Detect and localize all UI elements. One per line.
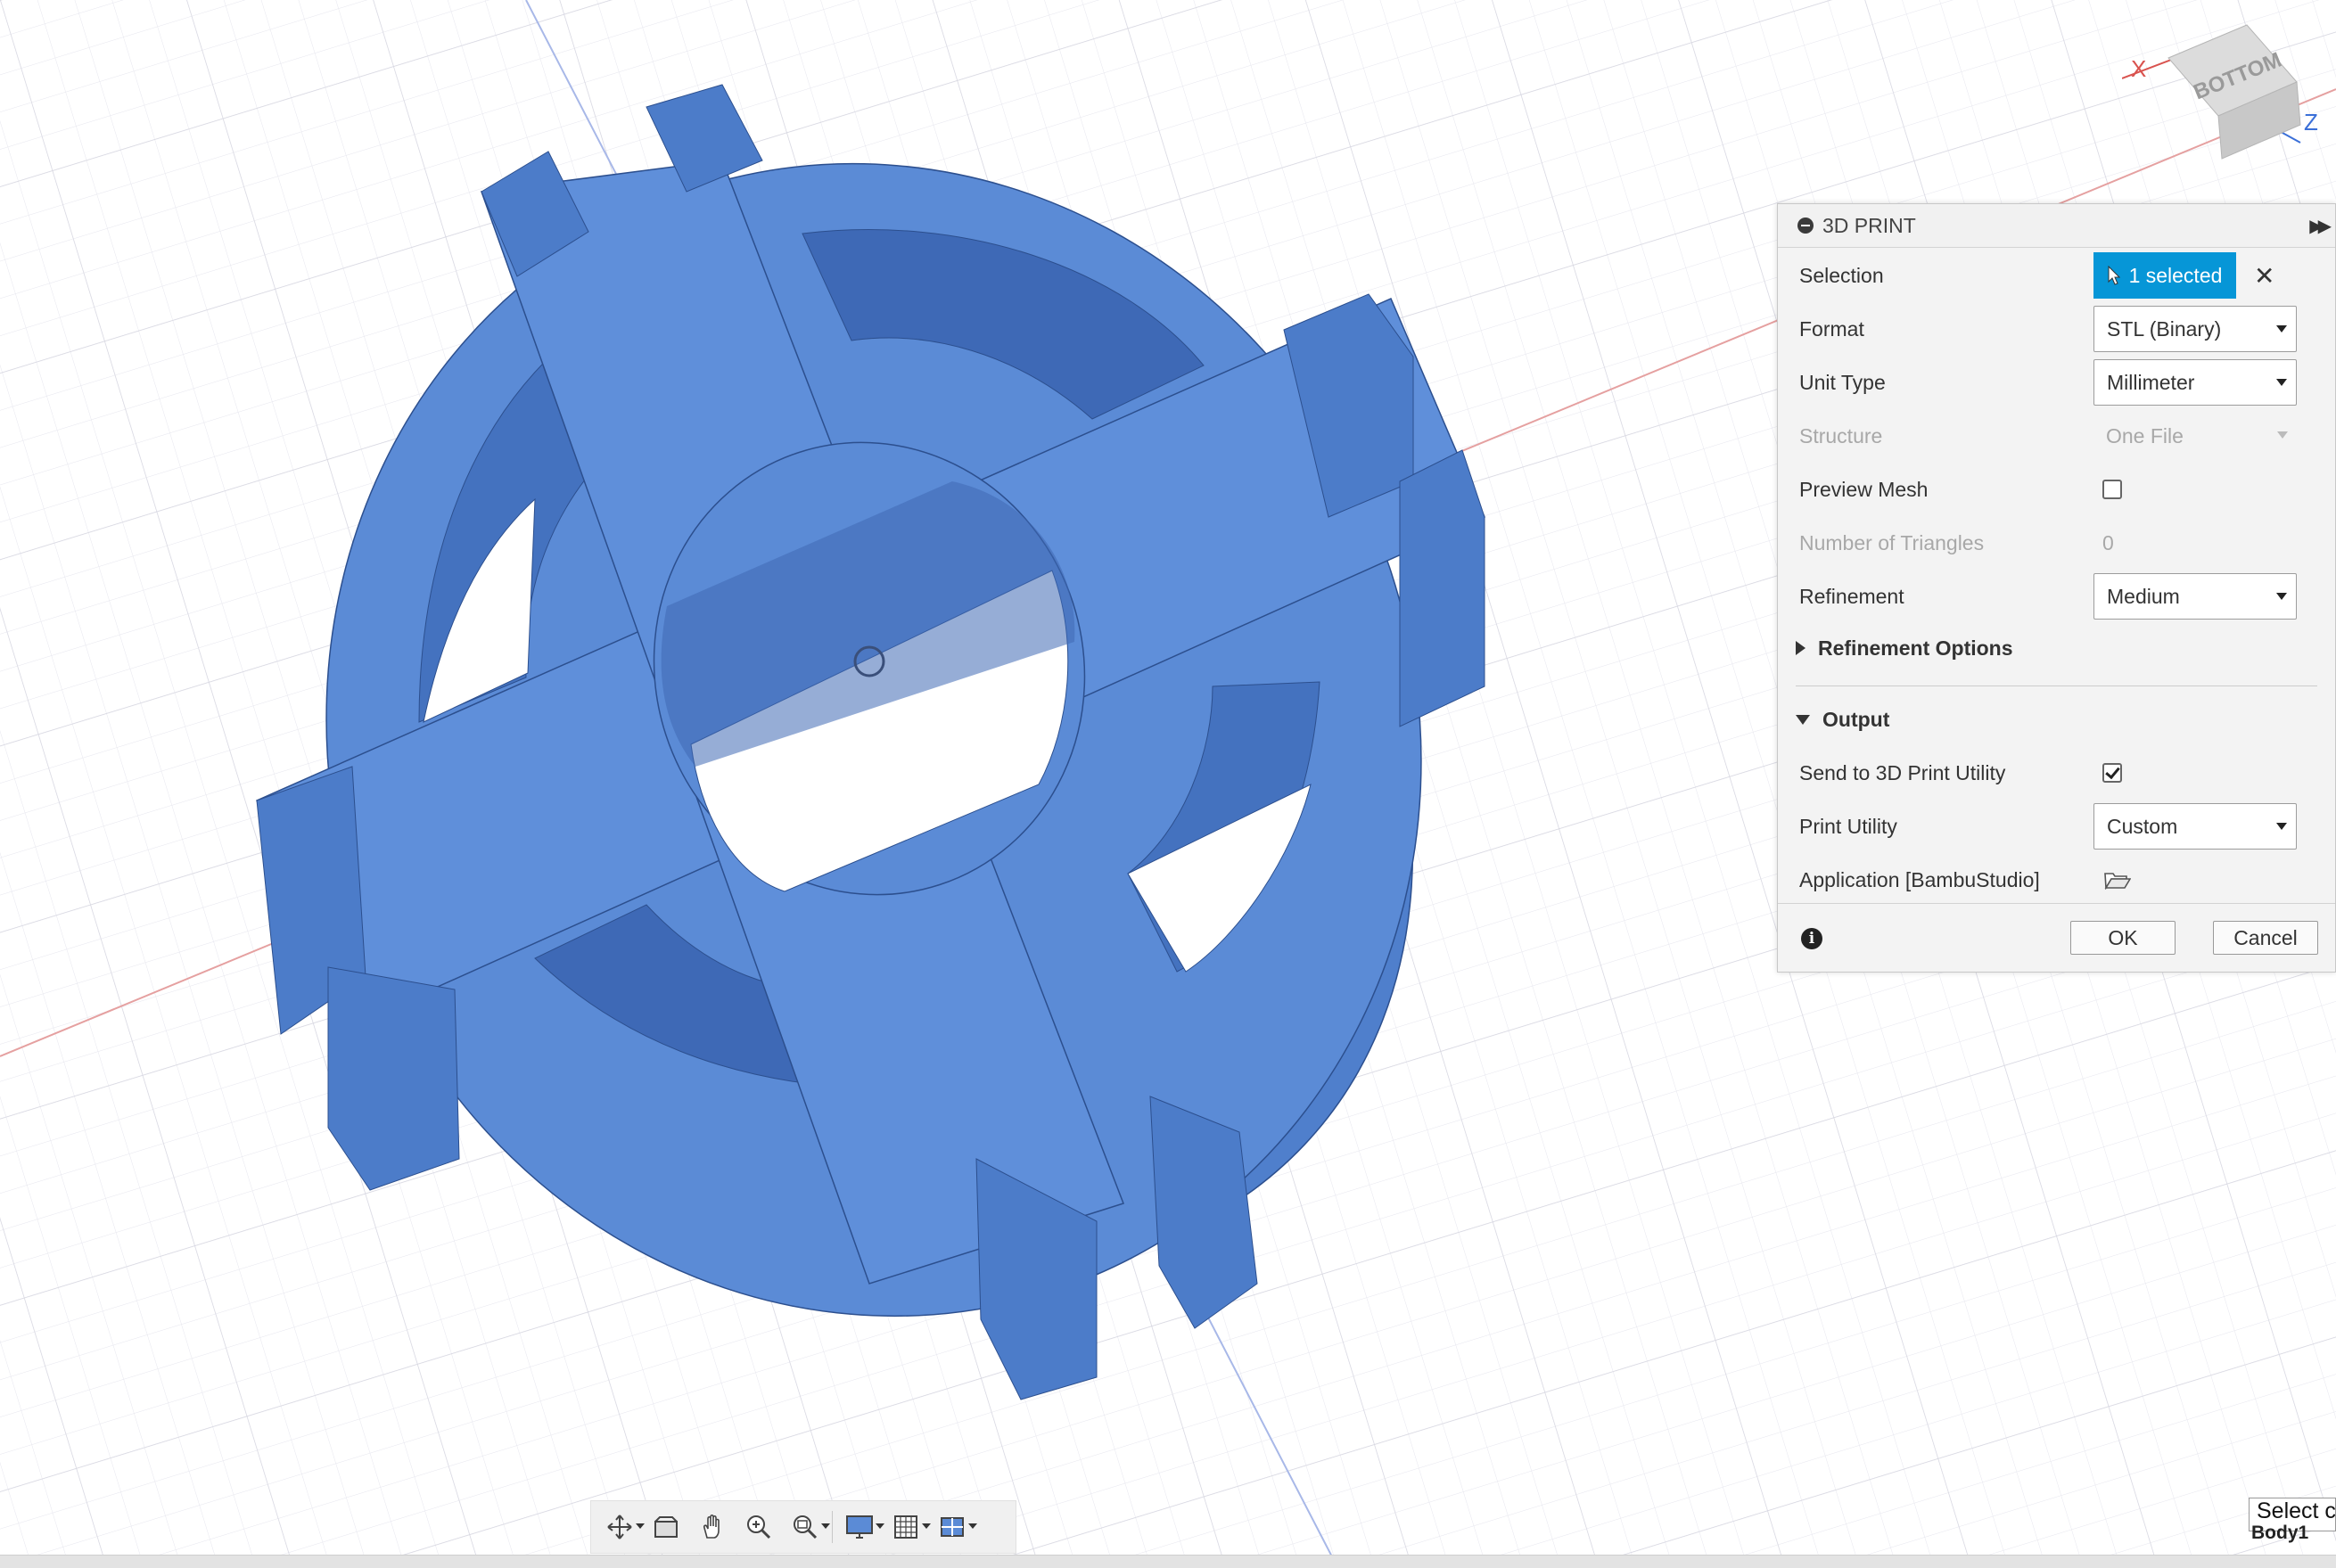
- structure-label: Structure: [1799, 423, 1883, 447]
- print-utility-label: Print Utility: [1799, 814, 1897, 838]
- structure-row: Structure One File: [1799, 411, 2299, 461]
- chevron-down-icon[interactable]: [636, 1523, 645, 1529]
- unit-type-value: Millimeter: [2107, 370, 2195, 394]
- print-utility-row: Print Utility Custom: [1799, 801, 2299, 851]
- format-value: STL (Binary): [2107, 316, 2222, 341]
- zoom-window-icon: [794, 1515, 818, 1539]
- triangles-row: Number of Triangles 0: [1799, 518, 2299, 568]
- chevron-down-icon[interactable]: [821, 1523, 830, 1529]
- cursor-icon: [2108, 266, 2120, 285]
- preview-mesh-row: Preview Mesh: [1799, 464, 2299, 514]
- dialog-titlebar[interactable]: 3D PRINT ▶▶: [1778, 204, 2335, 248]
- print-utility-dropdown[interactable]: Custom: [2093, 803, 2297, 850]
- collapse-arrow-icon: [1796, 714, 1810, 725]
- unit-type-label: Unit Type: [1799, 370, 1886, 394]
- zoom-button[interactable]: [739, 1507, 778, 1547]
- fit-button[interactable]: [786, 1507, 830, 1547]
- cancel-button[interactable]: Cancel: [2213, 921, 2318, 955]
- send-to-utility-row: Send to 3D Print Utility: [1799, 748, 2299, 798]
- navigation-toolbar: [590, 1500, 1016, 1554]
- viewports-icon: [941, 1517, 964, 1537]
- chevron-down-icon: [2276, 325, 2287, 332]
- refinement-value: Medium: [2107, 584, 2180, 608]
- output-header[interactable]: Output: [1796, 702, 1889, 737]
- expand-arrow-icon: [1796, 641, 1805, 655]
- unit-type-row: Unit Type Millimeter: [1799, 357, 2299, 407]
- body-label: Body1: [2251, 1523, 2309, 1543]
- pan-button[interactable]: [693, 1507, 732, 1547]
- collapse-minus-icon[interactable]: [1797, 218, 1814, 234]
- bottom-status-bar: [0, 1555, 2336, 1568]
- look-at-button[interactable]: [646, 1507, 686, 1547]
- toolbar-divider: [832, 1511, 833, 1543]
- refinement-options-label: Refinement Options: [1818, 636, 2013, 660]
- tab-bottom-left: [327, 966, 460, 1191]
- preview-mesh-label: Preview Mesh: [1799, 477, 1929, 501]
- application-row: Application [BambuStudio]: [1799, 855, 2299, 905]
- tab-right-lower: [1399, 449, 1485, 727]
- viewports-button[interactable]: [933, 1507, 977, 1547]
- triangles-value: 0: [2102, 530, 2114, 554]
- display-settings-button[interactable]: [840, 1507, 884, 1547]
- viewcube-x-label: X: [2131, 55, 2147, 82]
- selection-button[interactable]: 1 selected: [2093, 252, 2236, 299]
- clear-selection-icon[interactable]: ✕: [2254, 261, 2274, 291]
- selection-row: Selection 1 selected ✕: [1799, 250, 2299, 300]
- chevron-down-icon: [2276, 823, 2287, 830]
- send-to-utility-label: Send to 3D Print Utility: [1799, 760, 2006, 784]
- chevron-down-icon: [2277, 431, 2288, 439]
- application-label: Application [BambuStudio]: [1799, 867, 2040, 891]
- selection-label: Selection: [1799, 263, 1884, 287]
- format-label: Format: [1799, 316, 1864, 341]
- refinement-label: Refinement: [1799, 584, 1904, 608]
- send-to-utility-checkbox[interactable]: [2102, 763, 2122, 783]
- look-at-icon: [654, 1516, 678, 1538]
- structure-value: One File: [2106, 423, 2184, 447]
- grid-icon: [894, 1515, 917, 1539]
- refinement-dropdown[interactable]: Medium: [2093, 573, 2297, 620]
- section-divider: [1796, 685, 2317, 686]
- dialog-footer: i OK Cancel: [1778, 903, 2335, 972]
- chevron-down-icon: [2276, 379, 2287, 386]
- chevron-down-icon[interactable]: [968, 1523, 977, 1529]
- folder-open-icon[interactable]: [2104, 870, 2131, 890]
- orbit-button[interactable]: [600, 1507, 645, 1547]
- preview-mesh-checkbox[interactable]: [2102, 480, 2122, 499]
- orbit-icon: [607, 1515, 632, 1539]
- format-dropdown[interactable]: STL (Binary): [2093, 306, 2297, 352]
- unit-type-dropdown[interactable]: Millimeter: [2093, 359, 2297, 406]
- ok-button[interactable]: OK: [2070, 921, 2176, 955]
- triangles-label: Number of Triangles: [1799, 530, 1985, 554]
- monitor-icon: [846, 1515, 873, 1539]
- output-label: Output: [1822, 707, 1890, 731]
- 3d-print-dialog: 3D PRINT ▶▶ Selection 1 selected ✕ Forma…: [1777, 203, 2336, 973]
- info-icon[interactable]: i: [1801, 928, 1822, 949]
- dialog-title: 3D PRINT: [1822, 213, 1916, 237]
- print-utility-value: Custom: [2107, 814, 2178, 838]
- viewcube-z-label: Z: [2304, 109, 2318, 135]
- structure-dropdown: One File: [2093, 413, 2297, 459]
- refinement-options-header[interactable]: Refinement Options: [1796, 630, 2013, 666]
- grid-settings-button[interactable]: [886, 1507, 931, 1547]
- zoom-icon: [747, 1515, 771, 1539]
- expand-arrows-icon[interactable]: ▶▶: [2309, 215, 2332, 237]
- refinement-row: Refinement Medium: [1799, 571, 2299, 621]
- chevron-down-icon: [2276, 593, 2287, 600]
- chevron-down-icon[interactable]: [922, 1523, 931, 1529]
- format-row: Format STL (Binary): [1799, 304, 2299, 354]
- selection-value: 1 selected: [2128, 263, 2223, 287]
- hand-icon: [703, 1514, 720, 1539]
- viewcube[interactable]: X Z BOTTOM: [2122, 18, 2336, 169]
- chevron-down-icon[interactable]: [876, 1523, 884, 1529]
